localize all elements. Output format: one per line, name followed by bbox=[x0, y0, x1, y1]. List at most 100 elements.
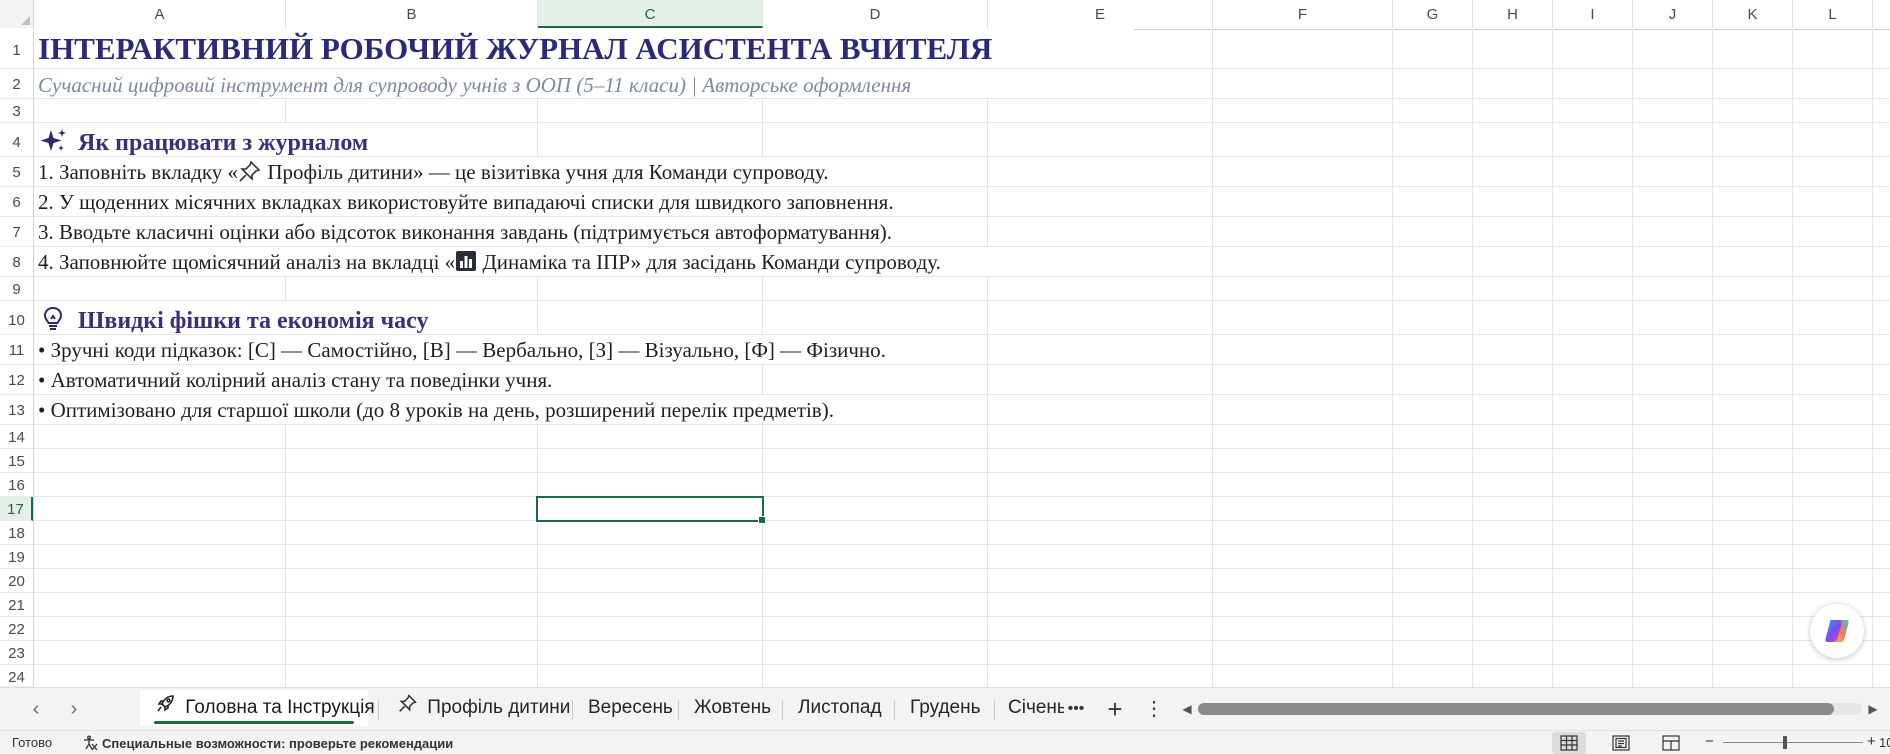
accessibility-status[interactable]: Специальные возможности: проверьте реком… bbox=[82, 735, 453, 754]
page-layout-view-button[interactable] bbox=[1604, 732, 1638, 754]
row-header[interactable]: 16 bbox=[0, 473, 33, 497]
instruction-step-1[interactable]: 1. Заповніть вкладку « Профіль дитини» —… bbox=[38, 160, 829, 188]
status-ready: Готово bbox=[12, 735, 53, 750]
fill-handle[interactable] bbox=[758, 516, 766, 524]
step-1-text-start: 1. Заповніть вкладку « bbox=[38, 160, 239, 184]
row-header[interactable]: 9 bbox=[0, 277, 33, 301]
column-header-e[interactable]: E bbox=[988, 0, 1213, 28]
row-header[interactable]: 8 bbox=[0, 247, 33, 277]
tab-october[interactable]: Жовтень bbox=[686, 690, 788, 726]
row-header[interactable]: 15 bbox=[0, 449, 33, 473]
page-layout-icon bbox=[1612, 735, 1630, 754]
zoom-out-button[interactable]: − bbox=[1705, 733, 1714, 750]
page-break-view-button[interactable] bbox=[1654, 732, 1688, 754]
tip-3[interactable]: • Оптимізовано для старшої школи (до 8 у… bbox=[38, 398, 834, 423]
tab-november[interactable]: Листопад bbox=[790, 690, 898, 726]
section-quick-tips-label: Швидкі фішки та економія часу bbox=[78, 308, 429, 335]
row-header[interactable]: 13 bbox=[0, 395, 33, 425]
column-header-i[interactable]: I bbox=[1553, 0, 1633, 28]
column-header-bar: A B C D E F G H I J K L bbox=[0, 0, 1890, 30]
pushpin-icon bbox=[398, 690, 418, 726]
step-4-text-start: 4. Заповнюйте щомісячний аналіз на вклад… bbox=[38, 250, 456, 274]
zoom-slider-knob[interactable] bbox=[1783, 736, 1787, 749]
sheet-tabs-bar: ‹ › Головна та Інструкція Профіль дитини… bbox=[0, 687, 1890, 731]
tab-december[interactable]: Грудень bbox=[902, 690, 998, 726]
row-header[interactable]: 17 bbox=[0, 497, 33, 521]
select-all-button[interactable] bbox=[0, 0, 34, 28]
status-bar: Готово Специальные возможности: проверьт… bbox=[0, 730, 1890, 754]
zoom-level[interactable]: 10 bbox=[1879, 735, 1890, 750]
row-header[interactable]: 14 bbox=[0, 425, 33, 449]
column-header-f[interactable]: F bbox=[1213, 0, 1393, 28]
tip-2[interactable]: • Автоматичний колірний аналіз стану та … bbox=[38, 368, 552, 393]
copilot-button[interactable] bbox=[1810, 604, 1864, 658]
row-header[interactable]: 6 bbox=[0, 187, 33, 217]
scroll-right-arrow-icon[interactable]: ▶ bbox=[1866, 699, 1880, 719]
row-header[interactable]: 21 bbox=[0, 593, 33, 617]
instruction-step-4[interactable]: 4. Заповнюйте щомісячний аналіз на вклад… bbox=[38, 250, 941, 278]
normal-view-button[interactable] bbox=[1552, 732, 1586, 754]
column-header-j[interactable]: J bbox=[1633, 0, 1713, 28]
row-header[interactable]: 11 bbox=[0, 335, 33, 365]
scroll-tabs-left-button[interactable]: ‹ bbox=[24, 696, 48, 722]
tab-september[interactable]: Вересень bbox=[580, 690, 682, 726]
accessibility-icon bbox=[82, 735, 98, 754]
page-break-icon bbox=[1662, 735, 1680, 754]
tab-child-profile[interactable]: Профіль дитини bbox=[386, 690, 570, 726]
row-header[interactable]: 3 bbox=[0, 99, 33, 123]
grid-view-icon bbox=[1560, 735, 1578, 754]
instruction-step-2[interactable]: 2. У щоденних місячних вкладках використ… bbox=[38, 190, 894, 215]
tab-january[interactable]: Січень bbox=[1000, 690, 1064, 726]
column-header-g[interactable]: G bbox=[1393, 0, 1473, 28]
step-4-text-end: Динаміка та ІПР» для засідань Команди су… bbox=[477, 250, 941, 274]
row-header[interactable]: 19 bbox=[0, 545, 33, 569]
column-header-l[interactable]: L bbox=[1793, 0, 1873, 28]
column-header-b[interactable]: B bbox=[286, 0, 538, 28]
row-header[interactable]: 1 bbox=[0, 29, 33, 69]
accessibility-status-label: Специальные возможности: проверьте реком… bbox=[102, 735, 454, 751]
tab-home-instructions-label: Головна та Інструкція bbox=[185, 697, 375, 719]
sheet-title[interactable]: ІНТЕРАКТИВНИЙ РОБОЧИЙ ЖУРНАЛ АСИСТЕНТА В… bbox=[38, 31, 992, 67]
row-header[interactable]: 10 bbox=[0, 301, 33, 335]
pushpin-icon bbox=[238, 160, 262, 188]
copilot-icon bbox=[1823, 617, 1851, 650]
selected-cell[interactable] bbox=[536, 496, 766, 524]
row-header[interactable]: 12 bbox=[0, 365, 33, 395]
zoom-in-button[interactable]: + bbox=[1867, 733, 1876, 750]
cell-grid[interactable]: ІНТЕРАКТИВНИЙ РОБОЧИЙ ЖУРНАЛ АСИСТЕНТА В… bbox=[34, 29, 1890, 687]
row-header[interactable]: 2 bbox=[0, 69, 33, 99]
row-header-bar: 1 2 3 4 5 6 7 8 9 10 11 12 13 14 15 16 1… bbox=[0, 29, 34, 687]
section-how-to-use[interactable]: Як працювати з журналом bbox=[38, 127, 368, 162]
column-header-h[interactable]: H bbox=[1473, 0, 1553, 28]
add-sheet-button[interactable]: + bbox=[1100, 692, 1130, 726]
column-header-d[interactable]: D bbox=[763, 0, 988, 28]
row-header[interactable]: 22 bbox=[0, 617, 33, 641]
spreadsheet-window: A B C D E F G H I J K L 1 2 3 4 5 6 7 8 … bbox=[0, 0, 1890, 754]
column-header-a[interactable]: A bbox=[34, 0, 286, 28]
column-header-k[interactable]: K bbox=[1713, 0, 1793, 28]
row-header[interactable]: 23 bbox=[0, 641, 33, 665]
row-header[interactable]: 24 bbox=[0, 665, 33, 687]
row-header[interactable]: 4 bbox=[0, 123, 33, 157]
row-header[interactable]: 18 bbox=[0, 521, 33, 545]
chevron-right-icon: › bbox=[70, 698, 78, 720]
tab-child-profile-label: Профіль дитини bbox=[427, 697, 571, 719]
zoom-slider[interactable]: − + 10 bbox=[1705, 731, 1890, 754]
scroll-left-arrow-icon[interactable]: ◀ bbox=[1180, 699, 1194, 719]
row-header[interactable]: 5 bbox=[0, 157, 33, 187]
column-header-c[interactable]: C bbox=[538, 0, 763, 28]
bar-chart-icon bbox=[455, 250, 477, 278]
sparkles-icon bbox=[38, 127, 68, 162]
horizontal-scrollbar[interactable]: ◀ ▶ bbox=[1180, 699, 1880, 719]
tip-1[interactable]: • Зручні коди підказок: [С] — Самостійно… bbox=[38, 338, 886, 363]
tab-home-instructions[interactable]: Головна та Інструкція bbox=[140, 690, 375, 726]
more-sheets-button[interactable]: ••• bbox=[1062, 692, 1090, 726]
scroll-tabs-right-button[interactable]: › bbox=[62, 696, 86, 722]
section-quick-tips[interactable]: Швидкі фішки та економія часу bbox=[38, 305, 428, 340]
scrollbar-thumb[interactable] bbox=[1198, 703, 1834, 715]
sheet-subtitle[interactable]: Сучасний цифровий інструмент для супрово… bbox=[38, 73, 911, 98]
row-header[interactable]: 7 bbox=[0, 217, 33, 247]
row-header[interactable]: 20 bbox=[0, 569, 33, 593]
sheet-options-button[interactable]: ⋮ bbox=[1142, 692, 1166, 726]
instruction-step-3[interactable]: 3. Вводьте класичні оцінки або відсоток … bbox=[38, 220, 892, 245]
